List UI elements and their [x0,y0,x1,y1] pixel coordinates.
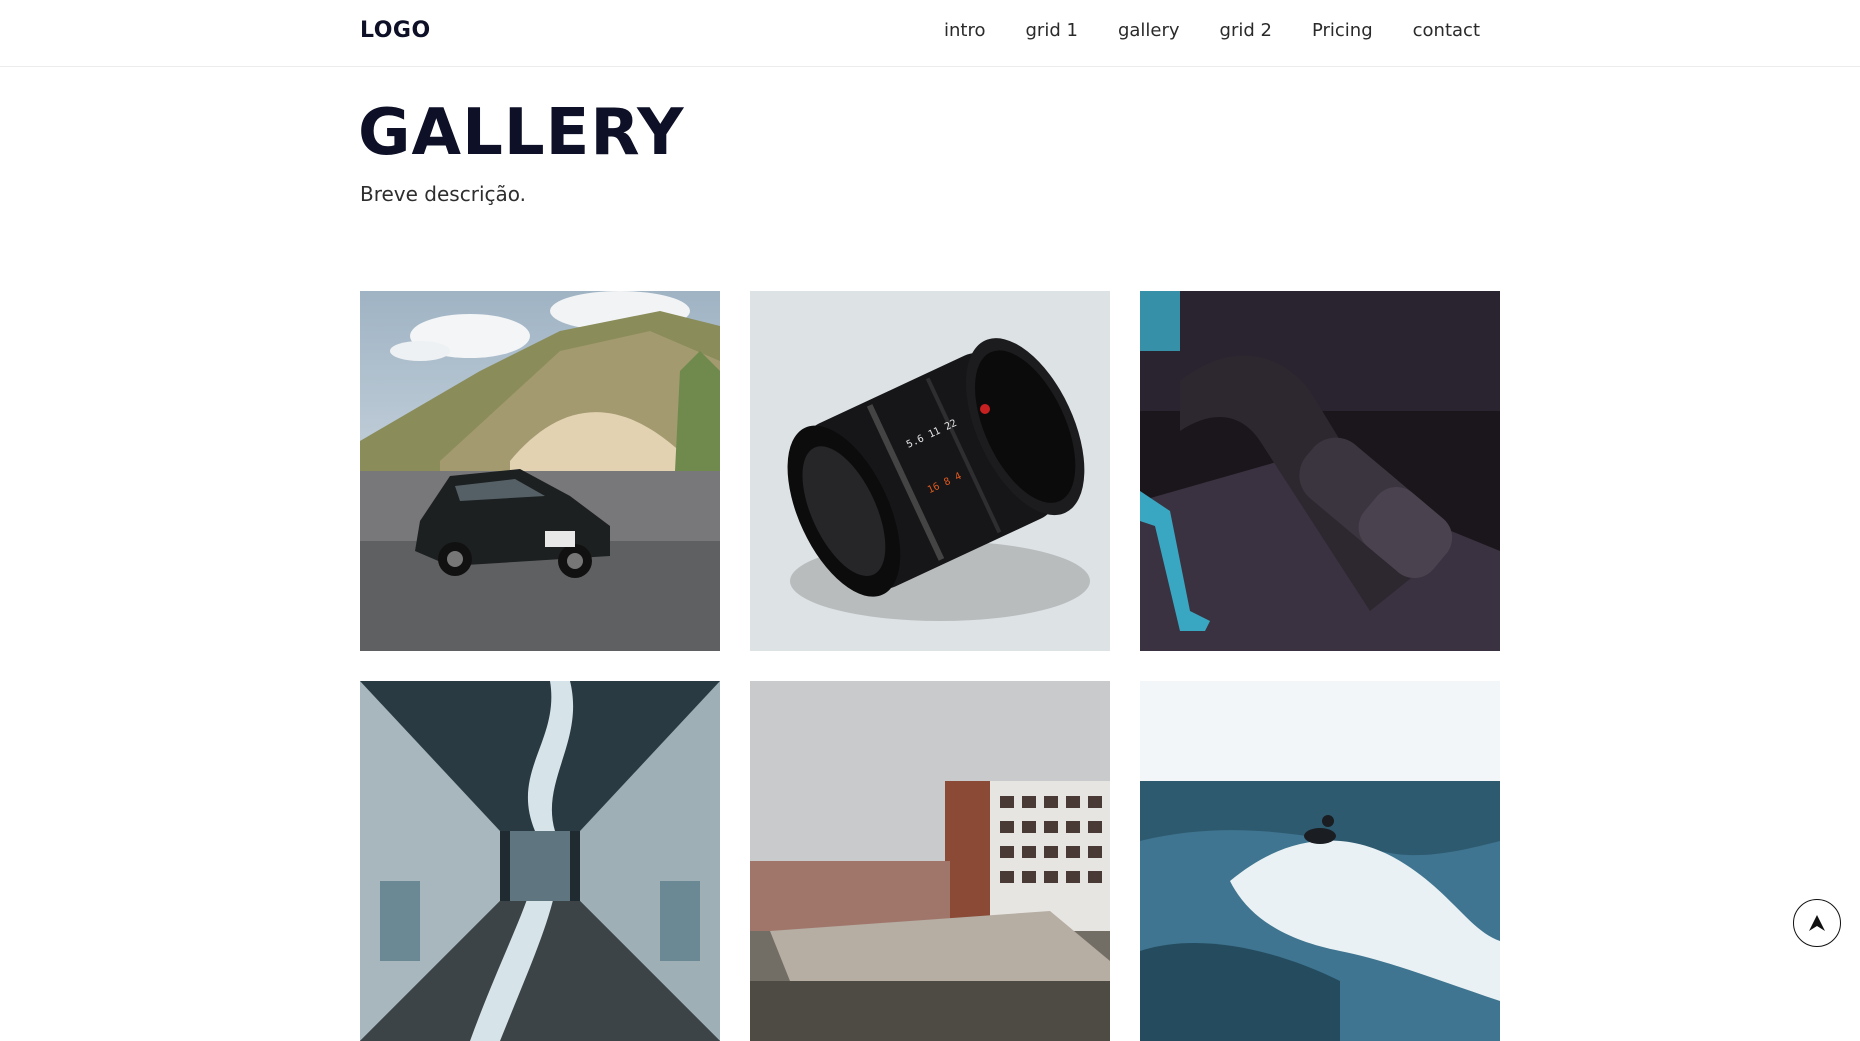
camera-lens-photo: 5.6 11 22 16 8 4 [750,291,1110,651]
nav-link-grid-2[interactable]: grid 2 [1220,20,1272,41]
gallery-grid: 5.6 11 22 16 8 4 [360,291,1501,1041]
gallery-image-tunnel[interactable] [360,681,720,1041]
gallery-image-car[interactable] [360,291,720,651]
tunnel-photo [360,681,720,1041]
car-photo [360,291,720,651]
arrow-up-icon [1809,915,1825,931]
logo[interactable]: LOGO [360,18,431,43]
gallery-image-motorcycle-handle[interactable] [1140,291,1500,651]
main-nav: intro grid 1 gallery grid 2 Pricing cont… [944,20,1480,41]
navbar: LOGO intro grid 1 gallery grid 2 Pricing… [0,0,1860,67]
surfer-photo [1140,681,1500,1041]
nav-link-contact[interactable]: contact [1413,20,1480,41]
page-title: GALLERY [358,96,685,170]
nav-link-intro[interactable]: intro [944,20,985,41]
nav-link-pricing[interactable]: Pricing [1312,20,1373,41]
building-photo [750,681,1110,1041]
page-description: Breve descrição. [360,182,526,206]
nav-link-gallery[interactable]: gallery [1118,20,1180,41]
nav-link-grid-1[interactable]: grid 1 [1026,20,1078,41]
gallery-image-surfer[interactable] [1140,681,1500,1041]
gallery-image-camera-lens[interactable]: 5.6 11 22 16 8 4 [750,291,1110,651]
scroll-top-button[interactable] [1793,899,1841,947]
motorcycle-handle-photo [1140,291,1500,651]
gallery-image-building[interactable] [750,681,1110,1041]
